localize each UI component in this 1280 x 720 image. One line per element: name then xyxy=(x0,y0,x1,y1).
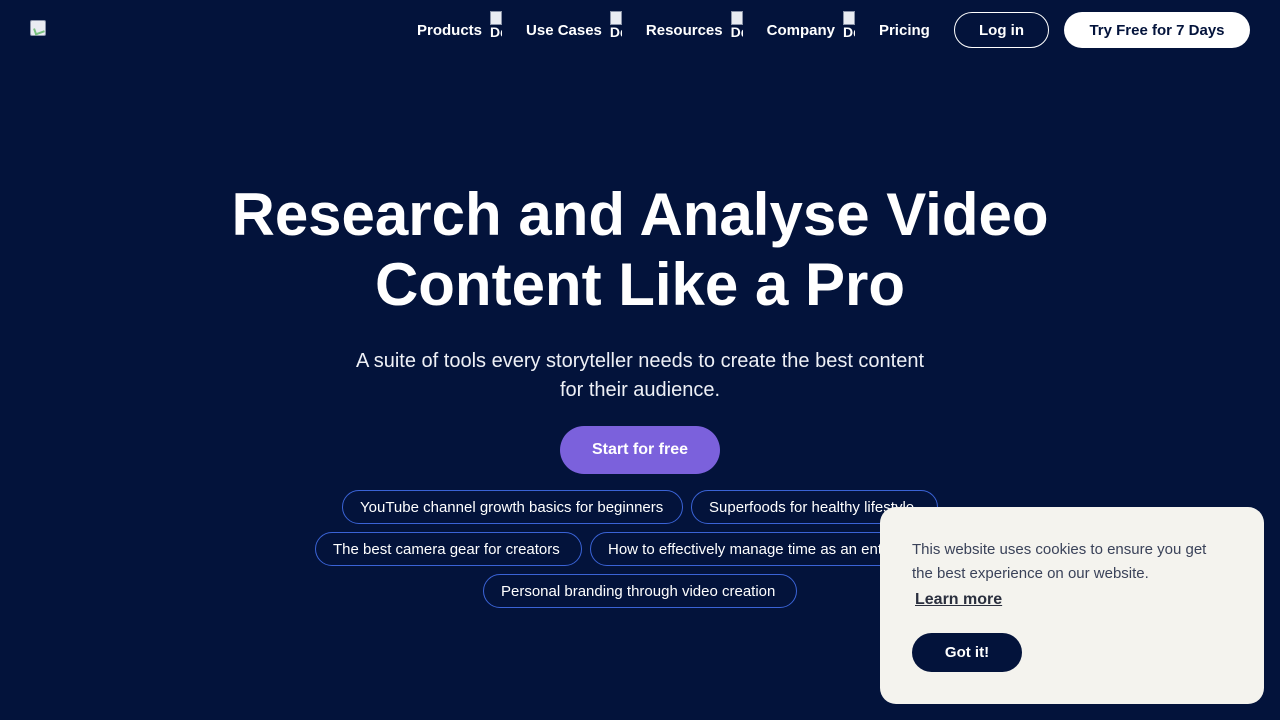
hero-subtitle-line: A suite of tools every storyteller needs… xyxy=(355,350,925,372)
cookie-banner: This website uses cookies to ensure you … xyxy=(880,507,1264,704)
logo-icon[interactable] xyxy=(30,20,46,36)
topic-chip[interactable]: The best camera gear for creators xyxy=(315,532,582,566)
hero-title-line: Content Like a Pro xyxy=(374,251,906,318)
nav-label: Products xyxy=(417,21,483,39)
nav-label: Company xyxy=(766,21,835,39)
cookie-message: This website uses cookies to ensure you … xyxy=(912,538,1232,586)
cookie-message-line: the best experience on our website. xyxy=(912,565,1149,582)
broken-image-icon xyxy=(842,11,855,25)
nav-item-pricing[interactable]: Pricing xyxy=(879,22,930,39)
free-trial-button[interactable]: Try Free for 7 Days xyxy=(1064,12,1250,48)
dropdown-arrow-icon: Dd ar xyxy=(490,11,503,57)
dropdown-arrow-icon: Dd ar xyxy=(842,11,855,57)
start-for-free-button[interactable]: Start for free xyxy=(560,426,720,474)
image-alt-text: Dd ar xyxy=(490,24,502,40)
accept-cookies-button[interactable]: Got it! xyxy=(912,633,1022,672)
nav-label: Resources xyxy=(645,21,723,39)
topic-chip[interactable]: Personal branding through video creation xyxy=(483,574,797,608)
site-header: Products Dd ar Use Cases Dd ar Resources… xyxy=(0,0,1280,60)
broken-image-icon xyxy=(730,11,743,25)
nav-item-company[interactable]: Company Dd ar xyxy=(767,3,855,57)
dropdown-arrow-icon: Dd ar xyxy=(730,11,743,57)
hero-subtitle-line: for their audience. xyxy=(559,379,721,401)
login-button[interactable]: Log in xyxy=(954,12,1049,48)
image-alt-text: Dd ar xyxy=(609,24,622,40)
hero-subtitle: A suite of tools every storyteller needs… xyxy=(340,347,940,405)
topic-chip[interactable]: YouTube channel growth basics for beginn… xyxy=(342,490,683,524)
learn-more-link[interactable]: Learn more xyxy=(915,591,1002,609)
dropdown-arrow-icon: Dd ar xyxy=(609,11,622,57)
image-alt-text: Dd ar xyxy=(842,24,855,40)
image-alt-text: Dd ar xyxy=(730,24,743,40)
nav-item-use-cases[interactable]: Use Cases Dd ar xyxy=(526,3,622,57)
nav-label: Pricing xyxy=(878,21,930,39)
hero-title: Research and Analyse Video Content Like … xyxy=(0,180,1280,320)
nav-item-products[interactable]: Products Dd ar xyxy=(417,3,503,57)
nav-label: Use Cases xyxy=(526,21,602,39)
main-nav: Products Dd ar Use Cases Dd ar Resources… xyxy=(417,0,930,60)
broken-image-icon xyxy=(609,11,622,25)
cookie-message-line: This website uses cookies to ensure you … xyxy=(912,541,1207,558)
hero-title-line: Research and Analyse Video xyxy=(231,181,1049,248)
broken-image-icon xyxy=(490,11,503,25)
nav-item-resources[interactable]: Resources Dd ar xyxy=(646,3,743,57)
